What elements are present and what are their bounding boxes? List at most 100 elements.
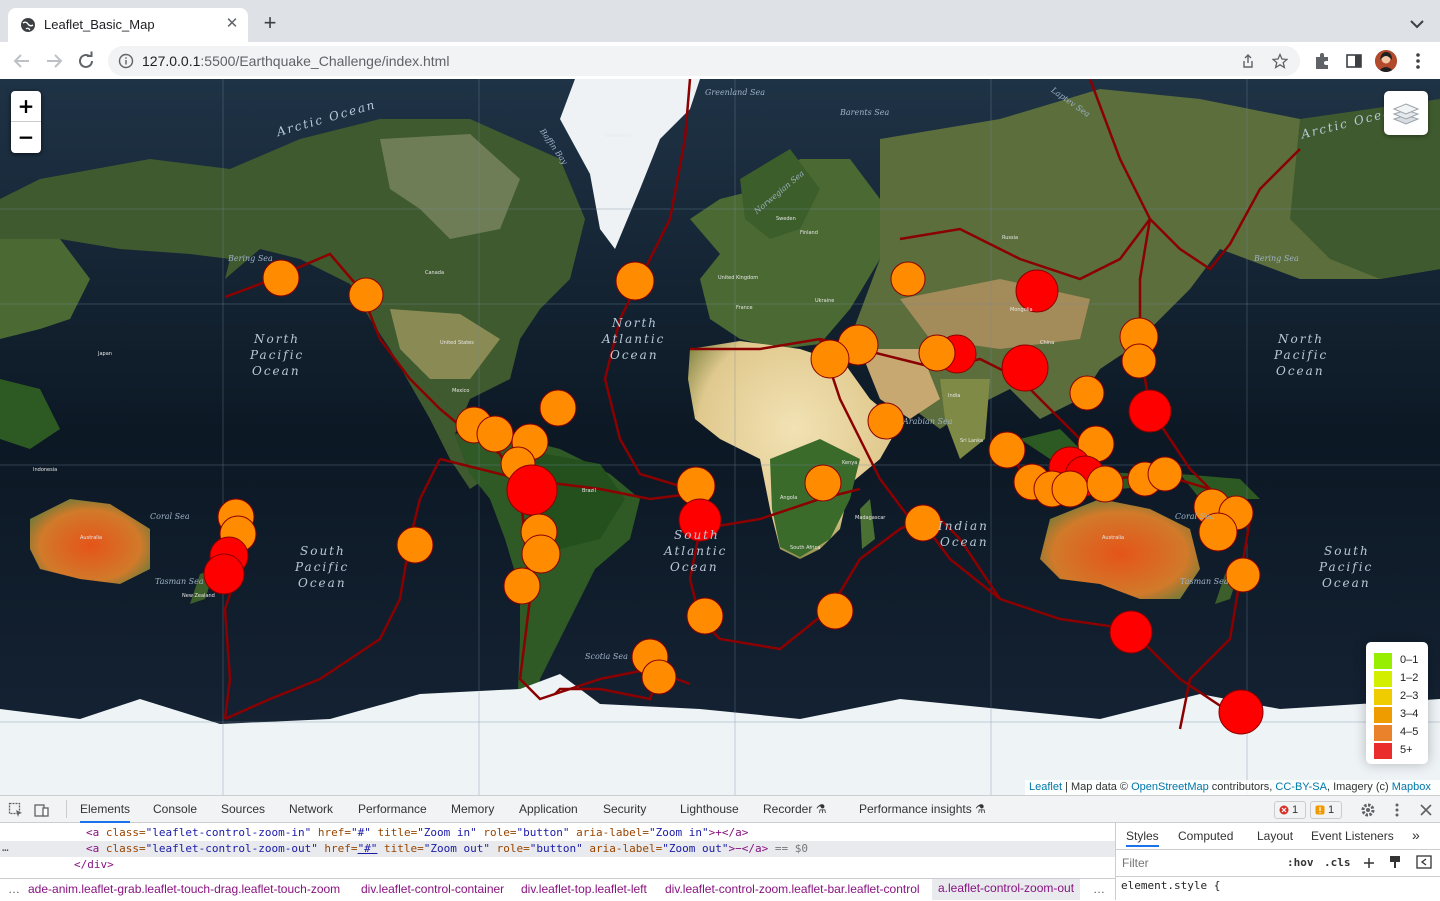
device-toolbar-icon[interactable]: [34, 802, 50, 818]
elements-dom-tree[interactable]: <a class="leaflet-control-zoom-in" href=…: [0, 823, 1201, 878]
earthquake-marker[interactable]: [1069, 375, 1105, 411]
element-style-rule[interactable]: element.style {: [1121, 879, 1220, 892]
devtools-tab-application[interactable]: Application: [519, 802, 578, 816]
country-label: Canada: [425, 270, 444, 276]
chevron-down-icon[interactable]: [1406, 14, 1428, 34]
earthquake-marker[interactable]: [641, 659, 677, 695]
layers-control-button[interactable]: [1384, 91, 1428, 135]
breadcrumb-overflow-right[interactable]: …: [1093, 882, 1105, 896]
breadcrumb-item[interactable]: div.leaflet-control-container: [361, 882, 504, 896]
extensions-puzzle-icon[interactable]: [1312, 51, 1332, 71]
earthquake-marker[interactable]: [1109, 610, 1153, 654]
earthquake-marker[interactable]: [804, 464, 842, 502]
leaflet-map[interactable]: Arctic Ocean Arctic Ocea North Pacific O…: [0, 79, 1440, 795]
toggle-sidebar-icon[interactable]: [1416, 855, 1432, 869]
address-bar[interactable]: 127.0.0.1:5500/Earthquake_Challenge/inde…: [108, 46, 1300, 76]
osm-link[interactable]: OpenStreetMap: [1131, 781, 1209, 793]
devtools-tab-recorder[interactable]: Recorder ⚗: [763, 802, 826, 816]
leaflet-link[interactable]: Leaflet: [1029, 781, 1062, 793]
earthquake-marker[interactable]: [816, 592, 854, 630]
devtools-tab-memory[interactable]: Memory: [451, 802, 494, 816]
breadcrumb-item-selected[interactable]: a.leaflet-control-zoom-out: [932, 879, 1081, 900]
earthquake-marker[interactable]: [1121, 343, 1157, 379]
earthquake-marker[interactable]: [476, 415, 514, 453]
earthquake-marker[interactable]: [904, 504, 942, 542]
earthquake-marker[interactable]: [262, 259, 300, 297]
breadcrumb-overflow[interactable]: …: [8, 882, 20, 896]
close-tab-icon[interactable]: ✕: [222, 14, 242, 34]
forward-arrow-icon[interactable]: [42, 49, 66, 73]
bookmark-star-icon[interactable]: [1272, 53, 1288, 69]
back-arrow-icon[interactable]: [10, 49, 34, 73]
browser-tab[interactable]: Leaflet_Basic_Map ✕: [8, 8, 248, 42]
mapbox-link[interactable]: Mapbox: [1392, 781, 1431, 793]
zoom-out-button[interactable]: −: [11, 122, 41, 152]
dom-node-zoom-out-selected[interactable]: <a class="leaflet-control-zoom-out" href…: [0, 841, 1201, 857]
error-count-badge[interactable]: 1: [1274, 801, 1306, 819]
earthquake-marker[interactable]: [539, 389, 577, 427]
computed-tab[interactable]: Computed: [1178, 829, 1233, 843]
earthquake-marker[interactable]: [1086, 465, 1124, 503]
share-icon[interactable]: [1240, 53, 1256, 69]
styles-tab[interactable]: Styles: [1126, 829, 1159, 847]
breadcrumb-item[interactable]: div.leaflet-top.leaflet-left: [521, 882, 647, 896]
zoom-in-button[interactable]: +: [11, 91, 41, 122]
new-tab-button[interactable]: +: [258, 12, 282, 36]
devtools-tab-performance-insights[interactable]: Performance insights ⚗: [859, 802, 986, 816]
layout-tab[interactable]: Layout: [1257, 829, 1293, 843]
earthquake-marker[interactable]: [810, 339, 850, 379]
new-style-rule-icon[interactable]: [1362, 856, 1376, 870]
earthquake-marker[interactable]: [396, 526, 434, 564]
earthquake-marker[interactable]: [203, 553, 245, 595]
devtools-tab-network[interactable]: Network: [289, 802, 333, 816]
earthquake-marker[interactable]: [1147, 456, 1183, 492]
earthquake-marker[interactable]: [521, 534, 561, 574]
hover-state-toggle[interactable]: :hov: [1287, 856, 1314, 869]
side-panel-icon[interactable]: [1344, 51, 1364, 71]
styles-filter-input[interactable]: [1120, 853, 1274, 873]
event-listeners-tab[interactable]: Event Listeners: [1311, 829, 1394, 843]
breadcrumb-item[interactable]: div.leaflet-control-zoom.leaflet-bar.lea…: [665, 882, 920, 896]
ocean-label: Pacific: [294, 560, 349, 574]
earthquake-marker[interactable]: [503, 567, 541, 605]
earthquake-marker[interactable]: [988, 431, 1026, 469]
devtools-tab-performance[interactable]: Performance: [358, 802, 427, 816]
reload-icon[interactable]: [74, 49, 98, 73]
class-toggle[interactable]: .cls: [1324, 856, 1351, 869]
inspect-element-icon[interactable]: [8, 802, 24, 818]
devtools-menu-icon[interactable]: [1390, 802, 1404, 818]
earthquake-marker[interactable]: [1225, 557, 1261, 593]
earthquake-marker[interactable]: [1015, 269, 1059, 313]
earthquake-marker[interactable]: [918, 334, 956, 372]
earthquake-marker[interactable]: [1218, 689, 1264, 735]
browser-menu-icon[interactable]: [1408, 51, 1428, 71]
devtools-tab-sources[interactable]: Sources: [221, 802, 265, 816]
earthquake-marker[interactable]: [686, 597, 724, 635]
dom-node-zoom-in[interactable]: <a class="leaflet-control-zoom-in" href=…: [0, 825, 1201, 841]
paint-brush-icon[interactable]: [1388, 855, 1402, 869]
earthquake-marker[interactable]: [890, 261, 926, 297]
dom-row-ellipsis[interactable]: …: [2, 841, 9, 854]
cc-by-sa-link[interactable]: CC-BY-SA: [1275, 781, 1327, 793]
dom-attr: href=: [311, 826, 351, 839]
devtools-tab-console[interactable]: Console: [153, 802, 197, 816]
earthquake-marker[interactable]: [1128, 389, 1172, 433]
earthquake-marker[interactable]: [348, 277, 384, 313]
earthquake-marker[interactable]: [1001, 344, 1049, 392]
devtools-tab-lighthouse[interactable]: Lighthouse: [680, 802, 739, 816]
devtools-tab-elements[interactable]: Elements: [80, 802, 131, 823]
more-tabs-chevron[interactable]: »: [1412, 827, 1420, 843]
earthquake-marker[interactable]: [615, 261, 655, 301]
satellite-map-layer[interactable]: Arctic Ocean Arctic Ocea North Pacific O…: [0, 79, 1440, 795]
close-devtools-icon[interactable]: [1418, 802, 1434, 818]
settings-gear-icon[interactable]: [1360, 802, 1376, 818]
earthquake-marker[interactable]: [506, 464, 558, 516]
dom-node-close-div[interactable]: </div>: [0, 857, 1189, 873]
breadcrumb-item[interactable]: ade-anim.leaflet-grab.leaflet-touch-drag…: [28, 882, 340, 896]
devtools-tab-security[interactable]: Security: [603, 802, 646, 816]
earthquake-marker[interactable]: [867, 402, 905, 440]
earthquake-marker[interactable]: [1051, 470, 1089, 508]
warning-count-badge[interactable]: 1: [1310, 801, 1342, 819]
profile-avatar[interactable]: [1375, 50, 1397, 72]
info-icon[interactable]: [118, 53, 134, 69]
